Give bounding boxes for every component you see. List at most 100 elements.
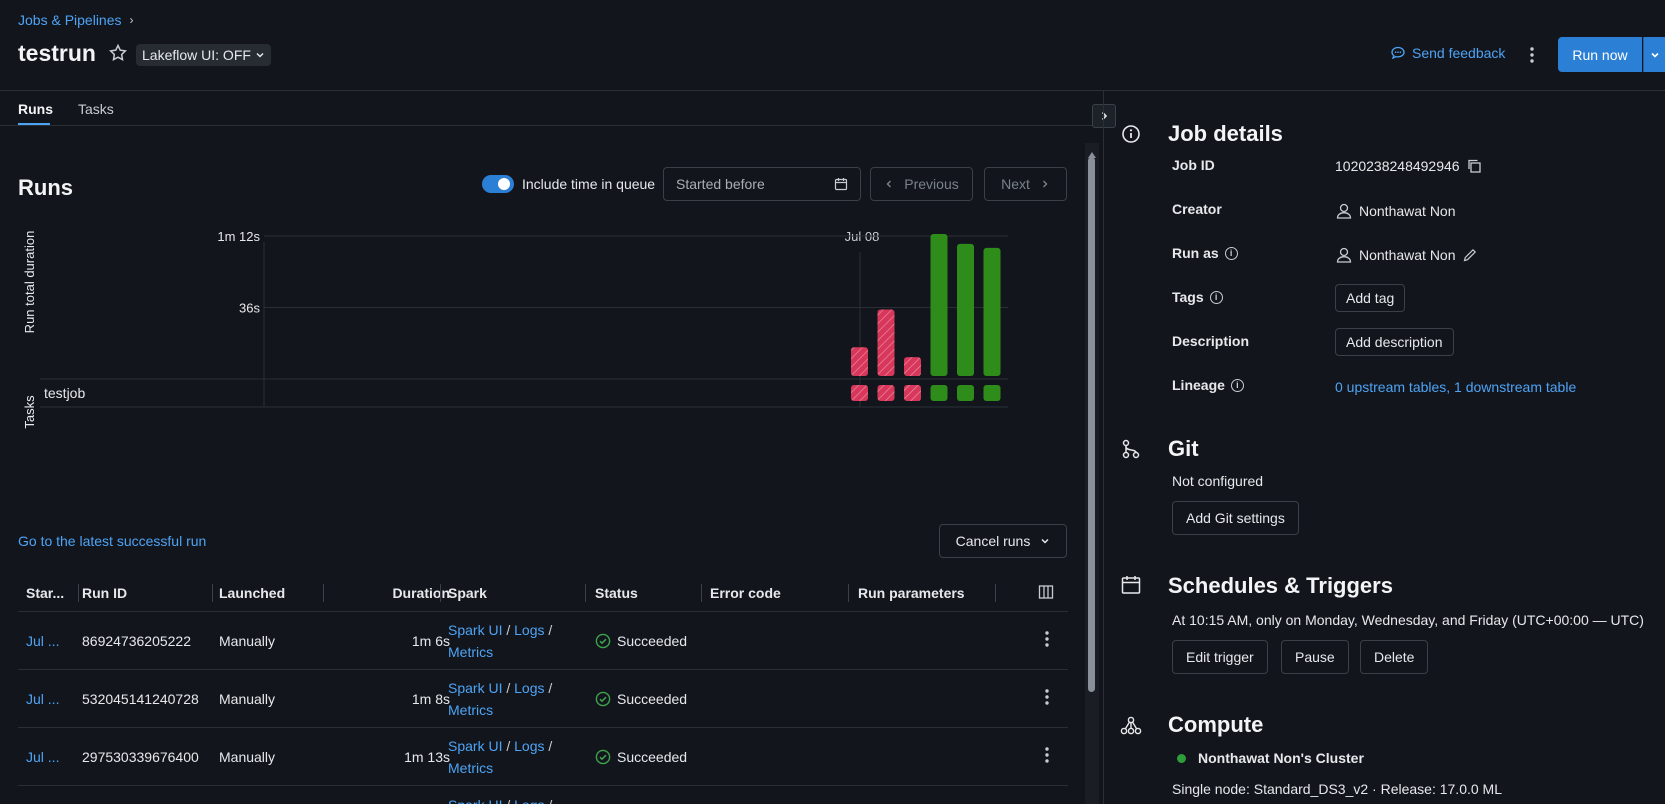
run-now-button[interactable]: Run now xyxy=(1558,37,1642,72)
spark-ui-link[interactable]: Spark UI xyxy=(448,738,502,754)
add-tag-button[interactable]: Add tag xyxy=(1335,284,1406,312)
column-divider[interactable] xyxy=(848,584,849,602)
spark-ui-link[interactable]: Spark UI xyxy=(448,680,502,696)
tab-runs[interactable]: Runs xyxy=(18,101,53,117)
git-heading: Git xyxy=(1168,436,1199,461)
info-icon[interactable]: i xyxy=(1209,290,1223,304)
breadcrumb-jobs-pipelines[interactable]: Jobs & Pipelines xyxy=(18,12,122,28)
column-divider[interactable] xyxy=(995,584,996,602)
chevron-down-icon xyxy=(1041,538,1049,544)
header-spark[interactable]: Spark xyxy=(448,582,568,604)
logs-link[interactable]: Logs xyxy=(514,797,544,804)
spark-link-separator: / xyxy=(506,621,511,638)
header-duration[interactable]: Duration xyxy=(328,585,450,601)
add-git-settings-button[interactable]: Add Git settings xyxy=(1172,501,1299,535)
include-time-in-queue-label: Include time in queue xyxy=(522,176,656,192)
pencil-icon[interactable] xyxy=(1462,247,1478,263)
chart-task-cell-failed xyxy=(904,385,921,401)
header-error-code[interactable]: Error code xyxy=(710,585,840,601)
delete-button[interactable]: Delete xyxy=(1360,640,1429,674)
column-divider[interactable] xyxy=(78,584,79,602)
header-run-id[interactable]: Run ID xyxy=(82,585,212,601)
metrics-link[interactable]: Metrics xyxy=(448,760,493,776)
run-now-dropdown-button[interactable] xyxy=(1643,37,1665,72)
next-label: Next xyxy=(1001,176,1030,192)
send-feedback-button[interactable]: Send feedback xyxy=(1390,45,1505,61)
duration-cell: 1m 8s xyxy=(411,690,450,707)
next-page-button[interactable]: Next xyxy=(984,167,1067,201)
check-circle-icon xyxy=(595,749,611,764)
row-kebab-menu-icon[interactable] xyxy=(1039,629,1055,652)
tabs-divider xyxy=(0,125,1104,126)
logs-link[interactable]: Logs xyxy=(514,738,544,754)
column-divider[interactable] xyxy=(440,584,441,602)
breadcrumb: Jobs & Pipelines › xyxy=(18,12,134,28)
header-status[interactable]: Status xyxy=(595,585,638,601)
table-row[interactable]: Spark UI / Logs / xyxy=(18,786,1068,804)
status-label: Succeeded xyxy=(617,632,688,649)
header-run-parameters[interactable]: Run parameters xyxy=(858,585,1008,601)
row-kebab-menu-icon[interactable] xyxy=(1039,745,1055,768)
latest-successful-run-link[interactable]: Go to the latest successful run xyxy=(18,533,206,549)
duration-cell: 1m 6s xyxy=(411,632,450,649)
column-divider[interactable] xyxy=(585,584,586,602)
cluster-icon xyxy=(1119,715,1142,737)
chart-bar-failed xyxy=(877,309,895,376)
chart-y-tick-label: 36s xyxy=(239,300,260,315)
chart-task-cell-failed xyxy=(851,385,868,401)
start-time-link[interactable]: Jul ... xyxy=(26,633,70,649)
spark-link-separator: / xyxy=(548,797,552,804)
start-time-link[interactable]: Jul ... xyxy=(26,749,70,765)
copy-icon[interactable] xyxy=(1466,158,1482,174)
table-row[interactable]: Jul ... 532045141240728 Manually 1m 8s S… xyxy=(18,670,1068,728)
kebab-menu-icon[interactable] xyxy=(1524,44,1540,66)
header-launched[interactable]: Launched xyxy=(219,585,314,601)
run-id-cell: 297530339676400 xyxy=(82,748,199,765)
star-icon[interactable] xyxy=(108,43,130,65)
started-before-input[interactable]: Started before xyxy=(663,167,861,201)
lakeflow-ui-label: Lakeflow UI: OFF xyxy=(142,47,251,63)
calendar-icon[interactable] xyxy=(834,177,848,191)
logs-link[interactable]: Logs xyxy=(514,622,544,638)
chart-date-label: Jul 08 xyxy=(845,229,880,244)
scrollbar-thumb[interactable] xyxy=(1088,157,1095,692)
scroll-up-arrow-icon[interactable] xyxy=(1087,146,1097,158)
start-time-link[interactable]: Jul ... xyxy=(26,691,70,707)
pause-button[interactable]: Pause xyxy=(1281,640,1349,674)
cancel-runs-button[interactable]: Cancel runs xyxy=(939,524,1067,558)
logs-link[interactable]: Logs xyxy=(514,680,544,696)
calendar-icon xyxy=(1120,574,1142,596)
chart-y-axis-label: Run total duration xyxy=(22,231,37,334)
chart-bar-succeeded xyxy=(930,233,948,376)
table-row[interactable]: Jul ... 86924736205222 Manually 1m 6s Sp… xyxy=(18,612,1068,670)
spark-ui-link[interactable]: Spark UI xyxy=(448,622,502,638)
column-divider[interactable] xyxy=(323,584,324,602)
duration-cell: 1m 13s xyxy=(404,748,450,765)
metrics-link[interactable]: Metrics xyxy=(448,644,493,660)
chart-bar-succeeded xyxy=(957,243,974,376)
lineage-link[interactable]: 0 upstream tables, 1 downstream table xyxy=(1335,379,1576,395)
cluster-name[interactable]: Nonthawat Non's Cluster xyxy=(1198,750,1364,766)
edit-trigger-button[interactable]: Edit trigger xyxy=(1172,640,1268,674)
spark-ui-link[interactable]: Spark UI xyxy=(448,797,502,804)
chart-task-row-label: testjob xyxy=(44,385,85,401)
chart-y-tick-label: 1m 12s xyxy=(217,229,260,244)
status-cell: Succeeded xyxy=(595,633,705,649)
columns-settings-icon[interactable] xyxy=(1038,584,1054,603)
info-icon[interactable]: i xyxy=(1224,246,1238,260)
column-divider[interactable] xyxy=(701,584,702,602)
add-description-button[interactable]: Add description xyxy=(1335,328,1454,356)
run-as-value: Nonthawat Non xyxy=(1335,246,1478,264)
table-row[interactable]: Jul ... 297530339676400 Manually 1m 13s … xyxy=(18,728,1068,786)
tab-tasks[interactable]: Tasks xyxy=(78,101,114,117)
column-divider[interactable] xyxy=(212,584,213,602)
collapse-panel-button[interactable] xyxy=(1092,104,1116,128)
panel-divider xyxy=(1103,91,1104,804)
header-start-time[interactable]: Star... xyxy=(26,585,70,601)
previous-page-button[interactable]: Previous xyxy=(870,167,973,201)
lakeflow-ui-toggle[interactable]: Lakeflow UI: OFF xyxy=(136,44,271,66)
run-as-name: Nonthawat Non xyxy=(1359,247,1456,263)
row-kebab-menu-icon[interactable] xyxy=(1039,687,1055,710)
metrics-link[interactable]: Metrics xyxy=(448,702,493,718)
info-icon[interactable]: i xyxy=(1230,378,1244,392)
